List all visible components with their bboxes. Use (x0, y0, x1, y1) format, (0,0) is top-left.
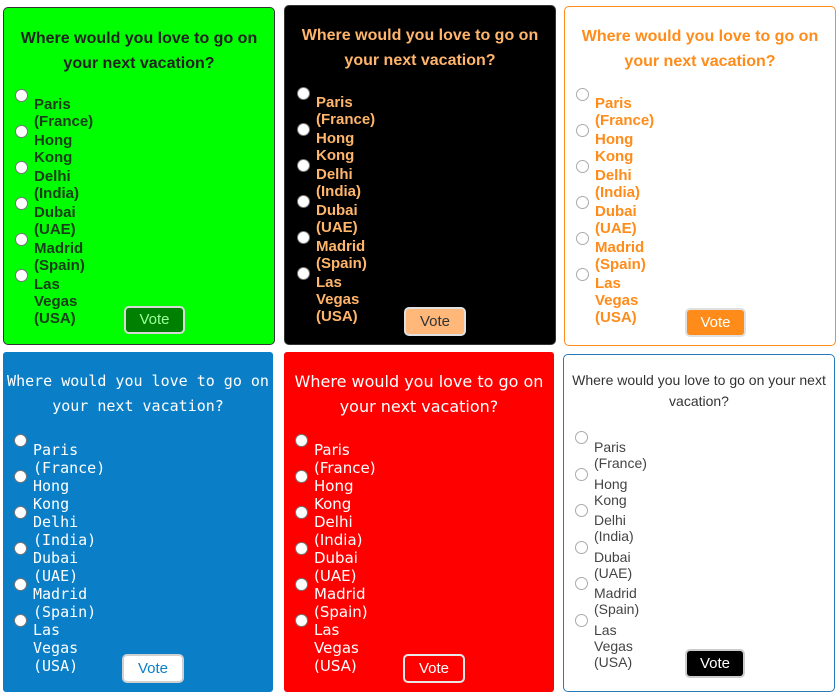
radio-button[interactable] (14, 434, 27, 447)
radio-button[interactable] (14, 470, 27, 483)
option-label: Hong Kong (34, 132, 73, 166)
vote-button[interactable]: Vote (404, 307, 466, 336)
option-label: Dubai (UAE) (314, 549, 358, 585)
option-label: Delhi (India) (594, 512, 634, 545)
vote-button[interactable]: Vote (122, 654, 184, 683)
radio-button[interactable] (575, 540, 588, 554)
poll-question: Where would you love to go on your next … (294, 372, 544, 416)
poll-question: Where would you love to go on your next … (581, 28, 819, 70)
radio-button[interactable] (297, 87, 310, 100)
poll-question: Where would you love to go on your next … (301, 27, 539, 69)
option-label: Madrid (Spain) (316, 238, 367, 272)
radio-button[interactable] (15, 89, 28, 102)
radio-button[interactable] (295, 614, 308, 627)
option-label: Madrid (Spain) (314, 585, 368, 621)
vote-button[interactable]: Vote (685, 308, 746, 337)
option-label: Las Vegas (USA) (595, 275, 639, 326)
radio-button[interactable] (15, 197, 28, 210)
option-label: Dubai (UAE) (34, 204, 76, 238)
vote-button[interactable]: Vote (685, 649, 745, 678)
option-label: Delhi (India) (595, 167, 640, 201)
option-label: Delhi (India) (316, 166, 361, 200)
radio-button[interactable] (575, 431, 588, 444)
option-label: Hong Kong (314, 477, 354, 513)
option-label: Hong Kong (595, 131, 634, 165)
radio-button[interactable] (295, 470, 308, 483)
radio-button[interactable] (14, 542, 27, 555)
poll-card-black: Where would you love to go on your next … (284, 5, 556, 345)
poll-question: Where would you love to go on your next … (20, 30, 258, 72)
option-label: Paris (France) (595, 95, 655, 129)
radio-button[interactable] (576, 124, 589, 137)
option-label: Hong Kong (316, 130, 355, 164)
radio-button[interactable] (295, 434, 308, 447)
radio-button[interactable] (297, 195, 310, 208)
option-label: Las Vegas (USA) (34, 276, 78, 327)
option-label: Paris (France) (314, 441, 376, 477)
radio-button[interactable] (14, 578, 27, 591)
radio-button[interactable] (15, 233, 28, 246)
option-label: Hong Kong (33, 477, 70, 513)
radio-button[interactable] (576, 268, 589, 281)
option-label: Las Vegas (USA) (33, 621, 79, 675)
radio-button[interactable] (575, 577, 588, 591)
poll-card-white-plain: Where would you love to go on your next … (563, 354, 835, 692)
option-label: Dubai (UAE) (595, 203, 637, 237)
radio-button[interactable] (295, 542, 308, 555)
poll-question: Where would you love to go on your next … (572, 372, 826, 409)
poll-card-green: Where would you love to go on your next … (3, 7, 275, 345)
option-label: Delhi (India) (314, 513, 363, 549)
option-label: Madrid (Spain) (34, 240, 85, 274)
radio-button[interactable] (15, 269, 28, 282)
option-label: Dubai (UAE) (316, 202, 358, 236)
radio-button[interactable] (297, 267, 310, 280)
option-label: Delhi (India) (34, 168, 79, 202)
option-label: Las Vegas (USA) (314, 621, 359, 675)
option-label: Las Vegas (USA) (316, 274, 360, 325)
radio-button[interactable] (576, 160, 589, 173)
radio-button[interactable] (576, 88, 589, 101)
option-label: Madrid (Spain) (595, 239, 646, 273)
radio-button[interactable] (576, 196, 589, 209)
option-label: Delhi (India) (33, 513, 97, 549)
vote-button[interactable]: Vote (403, 654, 465, 683)
option-label: Hong Kong (594, 475, 628, 508)
vote-button[interactable]: Vote (124, 306, 185, 334)
poll-question: Where would you love to go on your next … (7, 372, 269, 415)
option-label: Dubai (UAE) (594, 548, 633, 581)
option-label: Madrid (Spain) (594, 585, 640, 618)
option-label: Paris (France) (33, 441, 106, 477)
option-label: Paris (France) (594, 439, 647, 471)
poll-card-white-orange: Where would you love to go on your next … (564, 6, 836, 346)
radio-button[interactable] (297, 123, 310, 136)
radio-button[interactable] (15, 161, 28, 174)
radio-button[interactable] (575, 613, 588, 627)
poll-card-red: Where would you love to go on your next … (284, 352, 554, 692)
option-label: Dubai (UAE) (33, 549, 79, 585)
radio-button[interactable] (575, 467, 588, 481)
radio-button[interactable] (297, 231, 310, 244)
option-label: Las Vegas (USA) (594, 621, 633, 670)
radio-button[interactable] (295, 578, 308, 591)
radio-button[interactable] (575, 504, 588, 518)
option-label: Paris (France) (316, 94, 376, 128)
radio-button[interactable] (297, 159, 310, 172)
radio-button[interactable] (14, 506, 27, 519)
radio-button[interactable] (295, 506, 308, 519)
poll-card-blue: Where would you love to go on your next … (3, 352, 273, 692)
radio-button[interactable] (576, 232, 589, 245)
option-label: Paris (France) (34, 96, 94, 130)
radio-button[interactable] (15, 125, 28, 138)
option-label: Madrid (Spain) (33, 585, 97, 621)
radio-button[interactable] (14, 614, 27, 627)
